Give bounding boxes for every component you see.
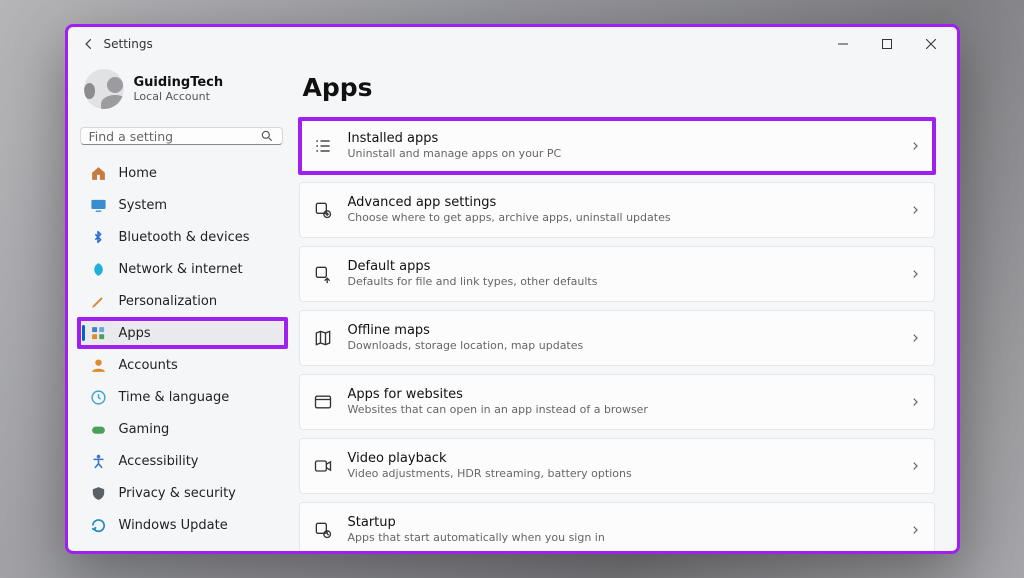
profile-sub: Local Account <box>134 90 224 103</box>
card-title: Default apps <box>348 259 896 275</box>
card-title: Offline maps <box>348 323 896 339</box>
card-video-playback[interactable]: Video playbackVideo adjustments, HDR str… <box>299 438 935 494</box>
sidebar-item-system[interactable]: System <box>80 189 283 221</box>
maximize-button[interactable] <box>865 29 909 59</box>
defaults-icon <box>312 263 334 285</box>
card-default-apps[interactable]: Default appsDefaults for file and link t… <box>299 246 935 302</box>
titlebar: Settings <box>68 27 957 61</box>
card-title: Startup <box>348 515 896 531</box>
card-subtitle: Websites that can open in an app instead… <box>348 403 896 417</box>
privacy-icon <box>90 485 107 502</box>
system-icon <box>90 197 107 214</box>
sidebar-item-label: System <box>119 198 167 213</box>
settings-window: Settings Gui <box>65 24 960 554</box>
profile-name: GuidingTech <box>134 75 224 90</box>
card-title: Video playback <box>348 451 896 467</box>
sidebar-item-network-internet[interactable]: Network & internet <box>80 253 283 285</box>
card-text: Apps for websitesWebsites that can open … <box>348 387 896 418</box>
sidebar-item-label: Accessibility <box>119 454 199 469</box>
card-subtitle: Defaults for file and link types, other … <box>348 275 896 289</box>
profile-block[interactable]: GuidingTech Local Account <box>80 63 283 121</box>
cards-list: Installed appsUninstall and manage apps … <box>299 118 935 551</box>
card-text: StartupApps that start automatically whe… <box>348 515 896 546</box>
sidebar-item-home[interactable]: Home <box>80 157 283 189</box>
sidebar-item-time-language[interactable]: Time & language <box>80 381 283 413</box>
sidebar-item-privacy-security[interactable]: Privacy & security <box>80 477 283 509</box>
bluetooth-icon <box>90 229 107 246</box>
card-installed-apps[interactable]: Installed appsUninstall and manage apps … <box>299 118 935 174</box>
card-startup[interactable]: StartupApps that start automatically whe… <box>299 502 935 551</box>
sidebar-item-label: Apps <box>119 326 151 341</box>
home-icon <box>90 165 107 182</box>
card-subtitle: Downloads, storage location, map updates <box>348 339 896 353</box>
sidebar-item-apps[interactable]: Apps <box>80 317 283 349</box>
card-title: Installed apps <box>348 131 896 147</box>
card-apps-for-websites[interactable]: Apps for websitesWebsites that can open … <box>299 374 935 430</box>
sidebar-item-gaming[interactable]: Gaming <box>80 413 283 445</box>
chevron-right-icon <box>910 461 920 471</box>
card-text: Offline mapsDownloads, storage location,… <box>348 323 896 354</box>
card-title: Apps for websites <box>348 387 896 403</box>
sidebar-item-label: Gaming <box>119 422 170 437</box>
card-subtitle: Choose where to get apps, archive apps, … <box>348 211 896 225</box>
card-text: Installed appsUninstall and manage apps … <box>348 131 896 162</box>
chevron-right-icon <box>910 141 920 151</box>
card-text: Default appsDefaults for file and link t… <box>348 259 896 290</box>
chevron-right-icon <box>910 397 920 407</box>
maps-icon <box>312 327 334 349</box>
chevron-right-icon <box>910 269 920 279</box>
card-title: Advanced app settings <box>348 195 896 211</box>
chevron-right-icon <box>910 525 920 535</box>
card-subtitle: Video adjustments, HDR streaming, batter… <box>348 467 896 481</box>
sidebar-item-label: Windows Update <box>119 518 228 533</box>
accessibility-icon <box>90 453 107 470</box>
card-text: Video playbackVideo adjustments, HDR str… <box>348 451 896 482</box>
search-icon <box>260 129 274 143</box>
video-icon <box>312 455 334 477</box>
sidebar: GuidingTech Local Account Find a setting… <box>68 61 293 551</box>
chevron-right-icon <box>910 205 920 215</box>
search-placeholder: Find a setting <box>89 129 260 144</box>
accounts-icon <box>90 357 107 374</box>
sidebar-item-windows-update[interactable]: Windows Update <box>80 509 283 541</box>
card-offline-maps[interactable]: Offline mapsDownloads, storage location,… <box>299 310 935 366</box>
window-controls <box>821 29 953 59</box>
close-button[interactable] <box>909 29 953 59</box>
sidebar-item-label: Time & language <box>119 390 230 405</box>
sidebar-item-bluetooth-devices[interactable]: Bluetooth & devices <box>80 221 283 253</box>
card-text: Advanced app settingsChoose where to get… <box>348 195 896 226</box>
personalize-icon <box>90 293 107 310</box>
sidebar-item-label: Network & internet <box>119 262 243 277</box>
startup-icon <box>312 519 334 541</box>
sidebar-item-label: Accounts <box>119 358 178 373</box>
sidebar-item-label: Privacy & security <box>119 486 236 501</box>
card-advanced-app-settings[interactable]: Advanced app settingsChoose where to get… <box>299 182 935 238</box>
network-icon <box>90 261 107 278</box>
avatar <box>84 69 124 109</box>
apps-icon <box>90 325 107 342</box>
update-icon <box>90 517 107 534</box>
chevron-right-icon <box>910 333 920 343</box>
window-title: Settings <box>104 37 153 51</box>
gaming-icon <box>90 421 107 438</box>
sidebar-item-personalization[interactable]: Personalization <box>80 285 283 317</box>
sidebar-nav: Home System Bluetooth & devices Network & i… <box>80 157 283 541</box>
websites-icon <box>312 391 334 413</box>
sidebar-item-label: Home <box>119 166 157 181</box>
card-subtitle: Apps that start automatically when you s… <box>348 531 896 545</box>
page-title: Apps <box>303 73 935 102</box>
installed-icon <box>312 135 334 157</box>
sidebar-item-accounts[interactable]: Accounts <box>80 349 283 381</box>
card-subtitle: Uninstall and manage apps on your PC <box>348 147 896 161</box>
sidebar-item-label: Personalization <box>119 294 218 309</box>
main-content: Apps Installed appsUninstall and manage … <box>293 61 957 551</box>
sidebar-item-accessibility[interactable]: Accessibility <box>80 445 283 477</box>
advanced-icon <box>312 199 334 221</box>
search-input[interactable]: Find a setting <box>80 127 283 145</box>
back-button[interactable] <box>82 37 104 51</box>
minimize-button[interactable] <box>821 29 865 59</box>
time-icon <box>90 389 107 406</box>
sidebar-item-label: Bluetooth & devices <box>119 230 250 245</box>
